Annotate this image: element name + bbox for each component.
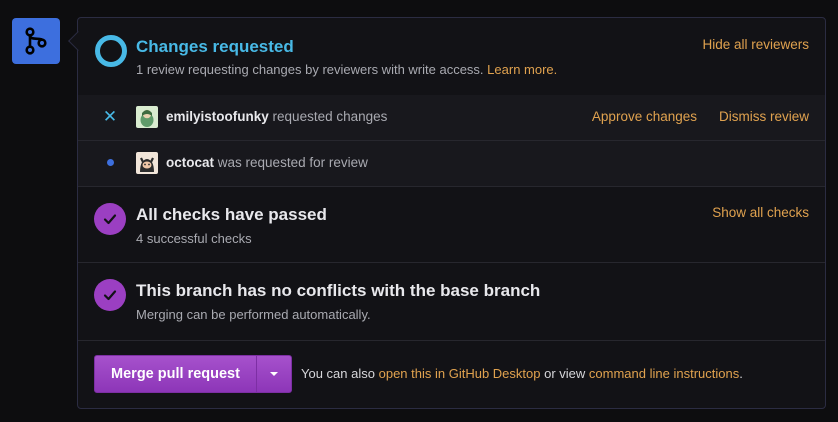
reviewer-row: octocat was requested for review	[78, 141, 825, 186]
reviewer-status-text: requested changes	[272, 109, 388, 124]
merge-pull-request-button[interactable]: Merge pull request	[95, 356, 256, 392]
reviewer-list: ✕ emilyistoofunky requested changes Appr…	[78, 95, 825, 186]
approve-changes-link[interactable]: Approve changes	[592, 109, 697, 124]
dismiss-review-link[interactable]: Dismiss review	[719, 109, 809, 124]
conflicts-subtitle: Merging can be performed automatically.	[136, 307, 371, 322]
chevron-down-icon	[270, 372, 278, 376]
avatar[interactable]	[136, 152, 158, 174]
merge-section: Merge pull request You can also open thi…	[78, 340, 825, 408]
command-line-instructions-link[interactable]: command line instructions	[589, 366, 739, 381]
merge-options-dropdown[interactable]	[256, 356, 291, 392]
checks-title: All checks have passed	[136, 205, 327, 224]
x-icon: ✕	[102, 106, 118, 126]
merge-button-group: Merge pull request	[94, 355, 292, 393]
git-branch-icon	[25, 27, 47, 55]
avatar[interactable]	[136, 106, 158, 128]
learn-more-link[interactable]: Learn more.	[487, 62, 557, 77]
merge-status-panel: Changes requested 1 review requesting ch…	[77, 17, 826, 409]
review-status-subtitle: 1 review requesting changes by reviewers…	[136, 62, 557, 77]
merge-alternatives-note: You can also open this in GitHub Desktop…	[301, 366, 743, 381]
review-status-title: Changes requested	[136, 37, 294, 56]
reviewer-username[interactable]: octocat	[166, 155, 214, 170]
check-icon	[94, 279, 126, 311]
conflicts-section: This branch has no conflicts with the ba…	[78, 263, 825, 340]
reviewer-username[interactable]: emilyistoofunky	[166, 109, 269, 124]
review-status-header: Changes requested 1 review requesting ch…	[78, 18, 825, 95]
hide-all-reviewers-link[interactable]: Hide all reviewers	[702, 37, 809, 52]
checks-subtitle: 4 successful checks	[136, 231, 252, 246]
git-branch-tile	[12, 18, 60, 64]
conflicts-title: This branch has no conflicts with the ba…	[136, 281, 541, 300]
reviewer-text: emilyistoofunky requested changes	[166, 109, 387, 124]
review-status-subtitle-text: 1 review requesting changes by reviewers…	[136, 62, 484, 77]
reviewer-row: ✕ emilyistoofunky requested changes Appr…	[78, 95, 825, 140]
merge-note-middle: or view	[544, 366, 586, 381]
dot-icon	[102, 154, 118, 170]
merge-note-prefix: You can also	[301, 366, 375, 381]
reviewer-status-text: was requested for review	[217, 155, 368, 170]
changes-requested-icon	[95, 35, 127, 67]
checks-section: All checks have passed 4 successful chec…	[78, 187, 825, 262]
check-icon	[94, 203, 126, 235]
reviewer-text: octocat was requested for review	[166, 155, 368, 170]
open-in-desktop-link[interactable]: open this in GitHub Desktop	[379, 366, 541, 381]
merge-note-suffix: .	[739, 366, 743, 381]
show-all-checks-link[interactable]: Show all checks	[712, 205, 809, 220]
